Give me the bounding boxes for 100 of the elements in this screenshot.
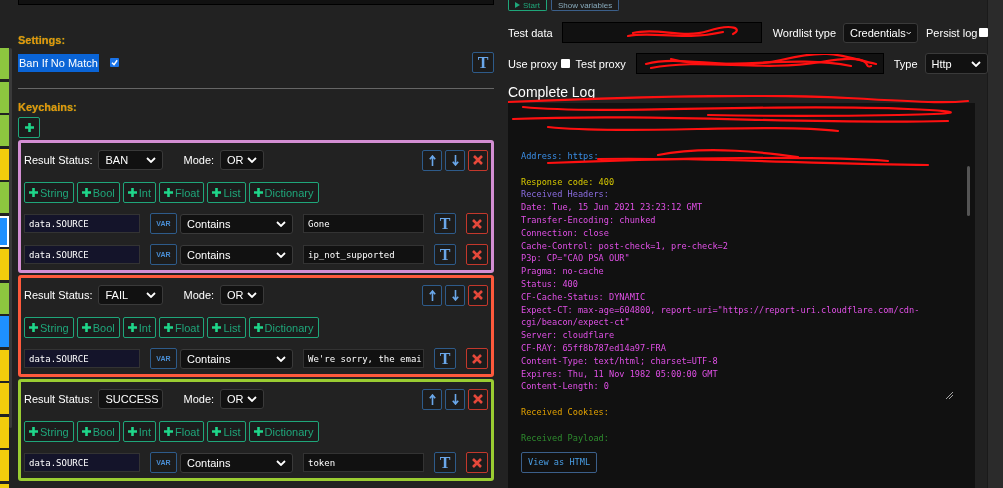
scrollbar[interactable]	[987, 0, 1003, 488]
log-line: Cache-Control: post-check=1, pre-check=2	[521, 239, 729, 253]
block-marker[interactable]	[0, 215, 9, 247]
log-line: Connection: close	[521, 226, 610, 240]
delete-button[interactable]	[466, 244, 488, 265]
block-marker[interactable]	[0, 249, 9, 280]
block-marker[interactable]	[0, 182, 9, 213]
block-marker[interactable]	[0, 383, 9, 414]
move-up-button[interactable]	[422, 149, 442, 171]
scrollbar[interactable]	[9, 48, 12, 428]
add-condition-button[interactable]: List	[207, 182, 246, 203]
move-down-button[interactable]	[445, 149, 465, 171]
block-marker[interactable]	[0, 81, 9, 113]
text-mode-button[interactable]: T	[434, 348, 456, 369]
delete-button[interactable]	[466, 213, 488, 234]
block-marker[interactable]	[0, 282, 9, 314]
text-field[interactable]	[18, 0, 494, 5]
plus-icon	[212, 323, 222, 332]
dropdown[interactable]: Contains	[180, 244, 293, 265]
play-icon	[515, 2, 520, 8]
start-button[interactable]: Start	[508, 0, 547, 11]
add-condition-button[interactable]: Int	[122, 182, 156, 203]
checkbox[interactable]	[979, 28, 989, 37]
move-up-button[interactable]	[422, 284, 442, 306]
arrow-up-icon	[428, 393, 436, 405]
field-label: Test data	[508, 26, 553, 39]
block-marker[interactable]	[0, 349, 9, 381]
show-variables-button[interactable]: Show variables	[550, 0, 620, 11]
add-keychain-button[interactable]	[18, 117, 40, 138]
input-field[interactable]: data.SOURCE	[24, 245, 140, 264]
add-condition-button[interactable]: Float	[159, 421, 205, 442]
add-condition-button[interactable]: Int	[122, 317, 156, 338]
input-field[interactable]: We're sorry, the emai	[303, 349, 424, 368]
plus-icon	[24, 123, 34, 132]
field-label: Type	[893, 57, 918, 70]
delete-button[interactable]	[466, 348, 488, 369]
add-condition-button[interactable]: List	[207, 421, 246, 442]
mode-label: Mode:	[183, 289, 215, 301]
input-field[interactable]: data.SOURCE	[24, 453, 140, 472]
add-condition-button[interactable]: String	[24, 182, 74, 203]
log-line: Content-Length: 0	[521, 380, 610, 394]
dropdown[interactable]: Credentials	[843, 22, 918, 43]
input-field[interactable]: data.SOURCE	[24, 214, 140, 233]
checkbox[interactable]	[109, 58, 119, 67]
view-html-button[interactable]: View as HTML	[521, 451, 598, 473]
delete-button[interactable]	[468, 149, 488, 171]
section-title: Keychains:	[18, 101, 78, 113]
close-icon	[472, 249, 482, 260]
plus-icon	[127, 188, 137, 197]
add-condition-button[interactable]: Float	[159, 182, 205, 203]
block-marker[interactable]	[0, 115, 9, 146]
input-field[interactable]: token	[303, 453, 424, 472]
chevron-icon	[276, 459, 286, 466]
block-marker[interactable]	[0, 148, 9, 180]
dropdown[interactable]: Contains	[180, 213, 293, 234]
block-marker[interactable]	[0, 48, 9, 79]
add-condition-button[interactable]: Dictionary	[248, 421, 319, 442]
dropdown[interactable]: SUCCESS	[98, 389, 164, 409]
text-mode-button[interactable]: T	[434, 213, 456, 234]
add-condition-button[interactable]: String	[24, 317, 74, 338]
input-field[interactable]: Gone	[303, 214, 424, 233]
add-condition-button[interactable]: Int	[122, 421, 156, 442]
checkbox[interactable]	[560, 59, 570, 68]
add-condition-button[interactable]: Dictionary	[248, 182, 319, 203]
move-down-button[interactable]	[445, 388, 465, 410]
block-marker[interactable]	[0, 316, 9, 347]
chevron-icon	[905, 29, 911, 36]
add-condition-button[interactable]: Bool	[76, 317, 120, 338]
block-marker[interactable]	[0, 450, 9, 481]
delete-button[interactable]	[466, 452, 488, 473]
dropdown[interactable]: OR	[220, 150, 265, 170]
text-mode-button[interactable]: T	[434, 452, 456, 473]
close-icon	[472, 218, 482, 229]
move-down-button[interactable]	[445, 284, 465, 306]
dropdown[interactable]: Http	[924, 53, 988, 74]
add-condition-button[interactable]: Bool	[76, 182, 120, 203]
delete-button[interactable]	[468, 388, 488, 410]
add-condition-button[interactable]: Float	[159, 317, 205, 338]
dropdown[interactable]: BAN	[98, 150, 164, 170]
add-condition-button[interactable]: List	[207, 317, 246, 338]
input-field[interactable]: ip_not_supported	[303, 245, 424, 264]
add-condition-button[interactable]: Dictionary	[248, 317, 319, 338]
block-marker[interactable]	[0, 416, 9, 448]
dropdown[interactable]: FAIL	[98, 285, 164, 305]
add-condition-button[interactable]: String	[24, 421, 74, 442]
dropdown[interactable]: OR	[220, 285, 265, 305]
text-mode-button[interactable]: T	[434, 244, 456, 265]
close-icon	[473, 394, 483, 404]
delete-button[interactable]	[468, 284, 488, 306]
dropdown[interactable]: Contains	[180, 452, 293, 473]
move-up-button[interactable]	[422, 388, 442, 410]
test-data-field[interactable]	[561, 22, 762, 43]
dropdown[interactable]: OR	[220, 389, 265, 409]
input-field[interactable]: data.SOURCE	[24, 349, 140, 368]
text-mode-button[interactable]: T	[472, 52, 494, 73]
add-condition-button[interactable]: Bool	[76, 421, 120, 442]
scrollbar[interactable]	[967, 166, 970, 216]
chevron-icon	[276, 220, 286, 227]
field-label: Test proxy	[575, 57, 626, 70]
dropdown[interactable]: Contains	[180, 348, 293, 369]
